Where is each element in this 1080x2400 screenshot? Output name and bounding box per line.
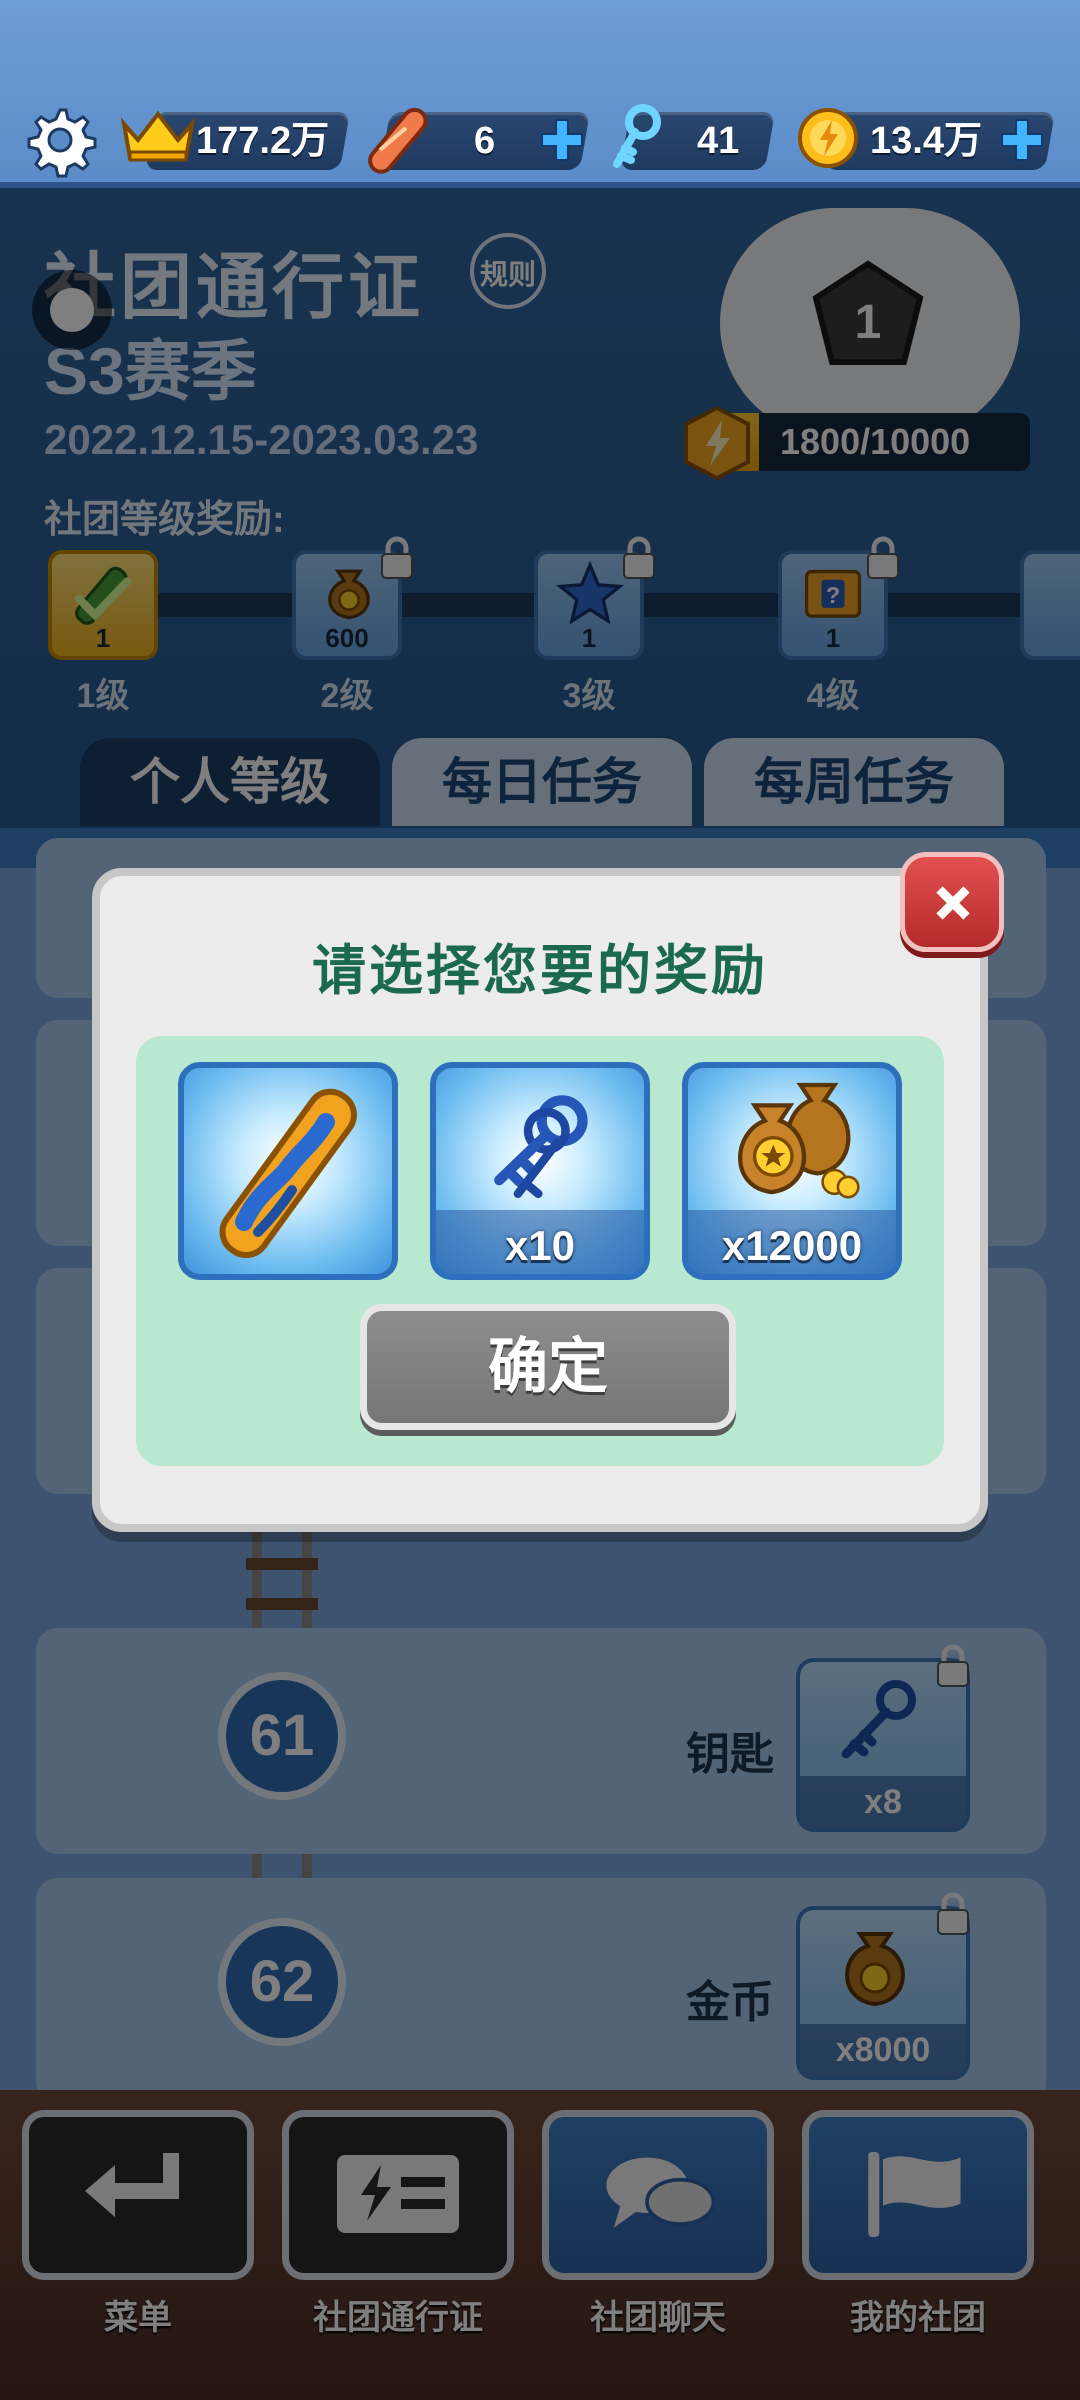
top-resource-bar: 177.2万 6 41 13.4万 (0, 0, 1080, 188)
add-boards-plus-icon[interactable] (540, 118, 584, 162)
choice-hoverboard[interactable] (178, 1062, 398, 1280)
choice-count: x12000 (721, 1222, 863, 1269)
hoverboard-icon (368, 107, 428, 174)
choice-keys[interactable]: x10 (430, 1062, 650, 1280)
reward-choice-dialog: 请选择您要的奖励 x10 x12000 确定 (92, 868, 988, 1532)
choice-panel: x10 x12000 确定 (136, 1036, 944, 1466)
hoverboard-icon (219, 1088, 357, 1259)
add-coins-plus-icon[interactable] (1000, 118, 1044, 162)
crowns-value: 177.2万 (196, 120, 330, 162)
crown-icon (120, 110, 196, 162)
choice-count: x10 (504, 1222, 576, 1269)
close-dialog-button[interactable] (900, 852, 1004, 952)
key-icon (613, 104, 661, 168)
coins-value: 13.4万 (870, 120, 982, 162)
choice-coins[interactable]: x12000 (682, 1062, 902, 1280)
keys-value: 41 (697, 120, 740, 162)
coin-icon (798, 108, 858, 168)
boards-value: 6 (474, 120, 496, 162)
dialog-title: 请选择您要的奖励 (312, 941, 768, 1001)
close-icon (936, 886, 970, 920)
confirm-button[interactable]: 确定 (360, 1304, 736, 1430)
settings-gear-icon[interactable] (22, 102, 98, 178)
